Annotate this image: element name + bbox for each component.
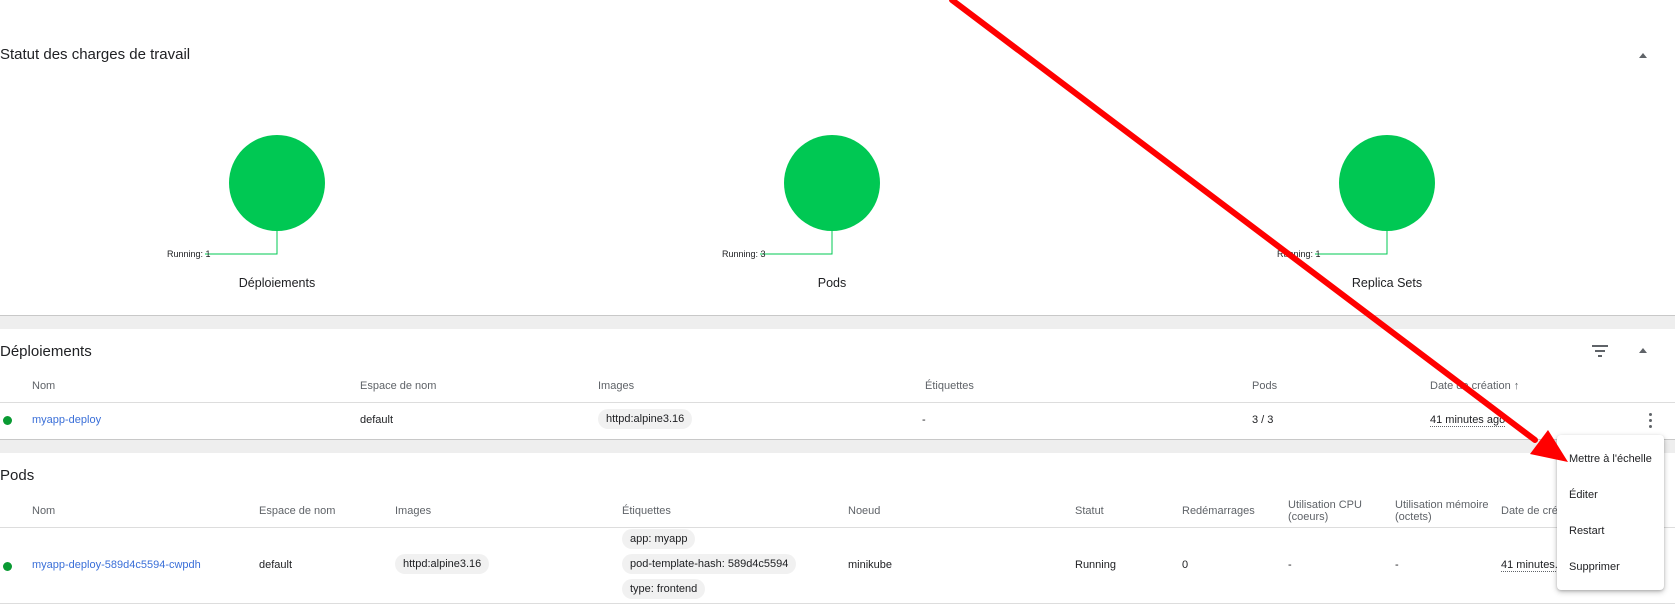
pod-label-chip: pod-template-hash: 589d4c5594 (622, 554, 797, 574)
deployment-pods: 3 / 3 (1252, 414, 1274, 426)
pods-col-created[interactable]: Date de créa (1501, 505, 1564, 517)
pod-node: minikube (848, 559, 893, 571)
replicasets-running-callout: Running: 1 (1277, 249, 1321, 259)
pod-namespace: default (259, 559, 293, 571)
status-running-icon (3, 416, 12, 425)
replicasets-running-slice (1339, 135, 1435, 231)
pods-col-name[interactable]: Nom (32, 505, 55, 517)
replicasets-pie (1315, 135, 1435, 255)
pod-cpu: - (1288, 559, 1292, 571)
section-divider (0, 315, 1675, 329)
menu-item-scale[interactable]: Mettre à l'échelle (1569, 453, 1652, 465)
deployment-image-chip: httpd:alpine3.16 (598, 409, 693, 429)
pods-col-namespace: Espace de nom (259, 505, 336, 517)
menu-item-delete[interactable]: Supprimer (1569, 561, 1620, 573)
replicasets-chart-label: Replica Sets (1351, 276, 1423, 290)
pods-col-images: Images (395, 505, 432, 517)
collapse-deployments-icon[interactable] (1639, 348, 1647, 353)
pods-running-slice (784, 135, 880, 231)
menu-item-restart[interactable]: Restart (1569, 525, 1604, 537)
row-actions-menu: Mettre à l'échelle Éditer Restart Suppri… (1557, 435, 1664, 590)
pod-label-chip: app: myapp (622, 529, 696, 549)
pods-status-chart: Running: 3 (716, 120, 976, 300)
workload-status-title: Statut des charges de travail (0, 46, 191, 63)
sort-ascending-icon[interactable]: ↑ (1514, 380, 1520, 392)
col-namespace: Espace de nom (360, 380, 437, 392)
pod-created: 41 minutes... (1501, 559, 1564, 572)
deployments-running-slice (229, 135, 325, 231)
deployment-namespace: default (360, 414, 394, 426)
deployment-labels: - (922, 414, 926, 426)
col-pods: Pods (1252, 380, 1278, 392)
deployments-chart-label: Déploiements (238, 276, 316, 290)
pods-running-callout: Running: 3 (722, 249, 766, 259)
pods-chart-label: Pods (817, 276, 847, 290)
pods-pie (760, 135, 880, 255)
col-labels: Étiquettes (925, 380, 974, 392)
pod-status: Running (1075, 559, 1116, 571)
pod-status-running-icon (3, 562, 12, 571)
col-images: Images (598, 380, 635, 392)
pod-memory: - (1395, 559, 1399, 571)
pod-label-chip: type: frontend (622, 579, 706, 599)
pod-name-link[interactable]: myapp-deploy-589d4c5594-cwpdh (32, 559, 201, 571)
pod-restarts: 0 (1182, 559, 1189, 571)
pods-col-memory: Utilisation mémoire (octets) (1395, 499, 1489, 523)
filter-icon[interactable] (1592, 345, 1608, 357)
menu-item-edit[interactable]: Éditer (1569, 489, 1598, 501)
deployments-pie (205, 135, 325, 255)
col-name[interactable]: Nom (32, 380, 55, 392)
deployments-running-callout: Running: 1 (167, 249, 211, 259)
col-created[interactable]: Date de création ↑ (1430, 380, 1519, 392)
deployments-status-chart: Running: 1 (160, 120, 420, 300)
more-actions-icon[interactable] (1648, 413, 1654, 429)
deployments-title: Déploiements (0, 343, 92, 360)
pods-col-node: Noeud (848, 505, 881, 517)
replicasets-status-chart: Running: 1 (1271, 120, 1531, 300)
pods-col-restarts: Redémarrages (1182, 505, 1255, 517)
collapse-workload-icon[interactable] (1639, 53, 1647, 58)
pods-col-cpu: Utilisation CPU (coeurs) (1288, 499, 1362, 523)
section-divider-2 (0, 439, 1675, 453)
pods-col-labels: Étiquettes (622, 505, 671, 517)
pod-image-chip: httpd:alpine3.16 (395, 554, 490, 574)
pods-title: Pods (0, 467, 35, 484)
deployment-created: 41 minutes ago (1430, 414, 1506, 427)
deployment-name-link[interactable]: myapp-deploy (32, 414, 101, 426)
pods-col-status: Statut (1075, 505, 1104, 517)
